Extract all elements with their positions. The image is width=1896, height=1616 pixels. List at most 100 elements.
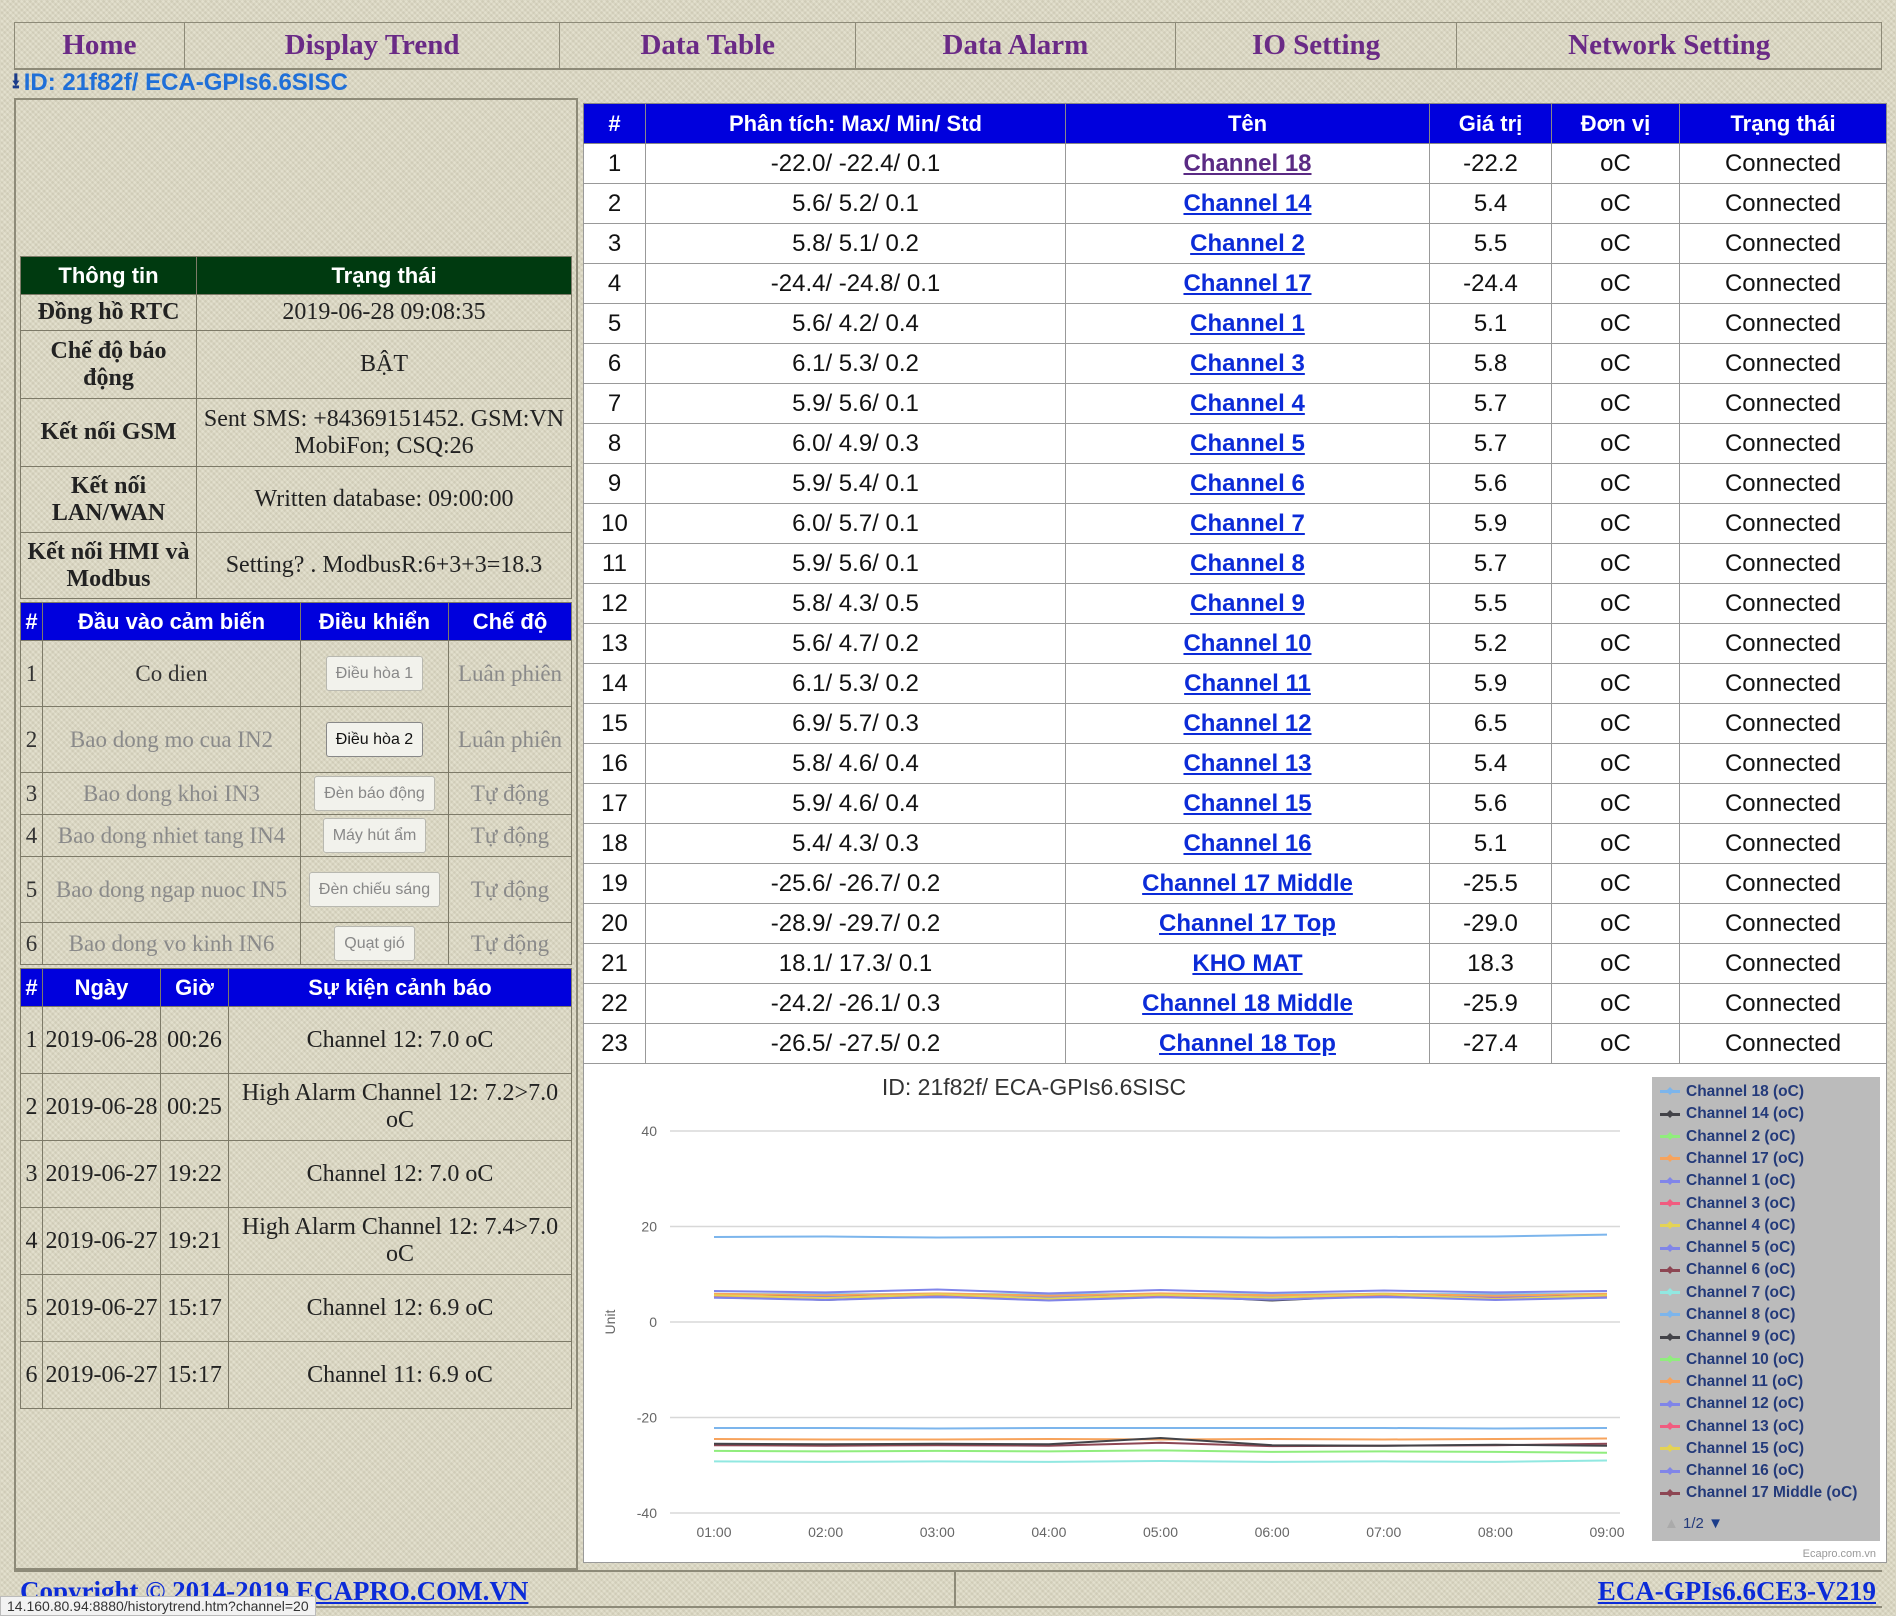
info-label-lan: Kết nối LAN/WAN bbox=[20, 466, 197, 533]
sensor-row: 4 Bao dong nhiet tang IN4 Máy hút ẩm Tự … bbox=[20, 814, 572, 857]
channel-link[interactable]: Channel 5 bbox=[1190, 430, 1305, 457]
legend-item[interactable]: Channel 2 (oC) bbox=[1660, 1128, 1795, 1146]
y-tick-label: 20 bbox=[641, 1219, 657, 1235]
channel-link[interactable]: Channel 13 bbox=[1183, 750, 1311, 777]
info-row: Kết nối HMI và Modbus Setting? . ModbusR… bbox=[20, 532, 572, 599]
row-stats: -25.6/ -26.7/ 0.2 bbox=[645, 863, 1066, 904]
control-button-den-bao-dong[interactable]: Đèn báo động bbox=[314, 776, 435, 811]
info-header-info: Thông tin bbox=[20, 256, 197, 295]
alarm-event: Channel 12: 7.0 oC bbox=[228, 1006, 572, 1074]
channel-link[interactable]: Channel 17 Top bbox=[1159, 910, 1336, 937]
legend-item[interactable]: Channel 18 (oC) bbox=[1660, 1083, 1804, 1101]
sensor-input: Bao dong vo kinh IN6 bbox=[42, 922, 301, 965]
row-value: 5.2 bbox=[1429, 623, 1552, 664]
nav-data-table[interactable]: Data Table bbox=[560, 23, 857, 68]
control-button-may-hut-am[interactable]: Máy hút ẩm bbox=[322, 818, 427, 853]
control-button-quat-gio[interactable]: Quạt gió bbox=[334, 926, 415, 961]
x-tick-label: 06:00 bbox=[1255, 1524, 1290, 1540]
channel-link[interactable]: Channel 10 bbox=[1183, 630, 1311, 657]
channel-link[interactable]: KHO MAT bbox=[1192, 950, 1302, 977]
info-label-alarm-mode: Chế độ báo động bbox=[20, 330, 197, 399]
row-value: 5.5 bbox=[1429, 223, 1552, 264]
legend-prev-icon[interactable]: ▲ bbox=[1664, 1515, 1679, 1532]
row-stats: -26.5/ -27.5/ 0.2 bbox=[645, 1023, 1066, 1064]
channel-link[interactable]: Channel 2 bbox=[1190, 230, 1305, 257]
legend-item[interactable]: Channel 12 (oC) bbox=[1660, 1395, 1804, 1413]
row-status: Connected bbox=[1679, 623, 1887, 664]
row-unit: oC bbox=[1551, 343, 1680, 384]
legend-item[interactable]: Channel 8 (oC) bbox=[1660, 1306, 1795, 1324]
legend-swatch-icon bbox=[1660, 1090, 1680, 1094]
legend-item[interactable]: Channel 3 (oC) bbox=[1660, 1195, 1795, 1213]
channel-row: 16 5.8/ 4.6/ 0.4 Channel 13 5.4 oC Connected bbox=[583, 743, 1887, 784]
row-unit: oC bbox=[1551, 423, 1680, 464]
channel-link[interactable]: Channel 12 bbox=[1183, 710, 1311, 737]
sensor-input: Bao dong mo cua IN2 bbox=[42, 706, 301, 773]
footer-divider bbox=[954, 1572, 956, 1606]
control-button-dieu-hoa-1[interactable]: Điều hòa 1 bbox=[325, 656, 424, 691]
legend-label: Channel 9 (oC) bbox=[1686, 1328, 1796, 1346]
sensor-header-control: Điều khiển bbox=[300, 602, 449, 641]
row-unit: oC bbox=[1551, 263, 1680, 304]
nav-network-setting[interactable]: Network Setting bbox=[1457, 23, 1881, 68]
legend-item[interactable]: Channel 5 (oC) bbox=[1660, 1239, 1795, 1257]
legend-item[interactable]: Channel 16 (oC) bbox=[1660, 1462, 1804, 1480]
legend-item[interactable]: Channel 6 (oC) bbox=[1660, 1261, 1795, 1279]
sensor-header-mode: Chế độ bbox=[448, 602, 572, 641]
nav-display-trend[interactable]: Display Trend bbox=[185, 23, 561, 68]
channel-link[interactable]: Channel 9 bbox=[1190, 590, 1305, 617]
channel-link[interactable]: Channel 17 Middle bbox=[1142, 870, 1353, 897]
info-value-gsm: Sent SMS: +84369151452. GSM:VN MobiFon; … bbox=[196, 398, 572, 467]
sensor-num: 5 bbox=[20, 856, 43, 923]
channel-link[interactable]: Channel 7 bbox=[1190, 510, 1305, 537]
row-num: 4 bbox=[583, 263, 646, 304]
info-value-hmi: Setting? . ModbusR:6+3+3=18.3 bbox=[196, 532, 572, 599]
channel-link[interactable]: Channel 6 bbox=[1190, 470, 1305, 497]
legend-swatch-icon bbox=[1660, 1246, 1680, 1250]
legend-next-icon[interactable]: ▼ bbox=[1708, 1515, 1723, 1532]
nav-home[interactable]: Home bbox=[15, 23, 185, 68]
legend-pager: ▲ 1/2 ▼ bbox=[1664, 1515, 1723, 1532]
legend-item[interactable]: Channel 14 (oC) bbox=[1660, 1105, 1804, 1123]
channel-link[interactable]: Channel 11 bbox=[1184, 670, 1311, 697]
device-id-link[interactable]: ⭳ ID: 21f82f/ ECA-GPIs6.6SISC bbox=[12, 68, 348, 96]
nav-data-alarm[interactable]: Data Alarm bbox=[856, 23, 1176, 68]
firmware-version-link[interactable]: ECA-GPIs6.6CE3-V219 bbox=[1598, 1576, 1876, 1607]
control-button-dieu-hoa-2[interactable]: Điều hòa 2 bbox=[325, 722, 424, 757]
row-stats: 5.8/ 4.6/ 0.4 bbox=[645, 743, 1066, 784]
legend-item[interactable]: Channel 1 (oC) bbox=[1660, 1172, 1795, 1190]
channel-link[interactable]: Channel 15 bbox=[1183, 790, 1311, 817]
row-num: 16 bbox=[583, 743, 646, 784]
channel-link[interactable]: Channel 17 bbox=[1183, 270, 1311, 297]
legend-item[interactable]: Channel 17 Middle (oC) bbox=[1660, 1484, 1857, 1502]
sensor-input: Co dien bbox=[42, 640, 301, 707]
channel-link[interactable]: Channel 18 bbox=[1183, 150, 1311, 177]
row-unit: oC bbox=[1551, 863, 1680, 904]
legend-item[interactable]: Channel 9 (oC) bbox=[1660, 1328, 1795, 1346]
legend-item[interactable]: Channel 13 (oC) bbox=[1660, 1418, 1804, 1436]
legend-item[interactable]: Channel 10 (oC) bbox=[1660, 1351, 1804, 1369]
channel-link[interactable]: Channel 14 bbox=[1183, 190, 1311, 217]
info-row: Kết nối GSM Sent SMS: +84369151452. GSM:… bbox=[20, 398, 572, 467]
legend-item[interactable]: Channel 7 (oC) bbox=[1660, 1284, 1795, 1302]
channel-link[interactable]: Channel 4 bbox=[1190, 390, 1305, 417]
channel-link[interactable]: Channel 18 Top bbox=[1159, 1030, 1336, 1057]
legend-item[interactable]: Channel 15 (oC) bbox=[1660, 1440, 1804, 1458]
legend-item[interactable]: Channel 11 (oC) bbox=[1660, 1373, 1803, 1391]
control-button-den-chieu-sang[interactable]: Đèn chiếu sáng bbox=[308, 872, 441, 907]
nav-io-setting[interactable]: IO Setting bbox=[1176, 23, 1458, 68]
channel-link[interactable]: Channel 18 Middle bbox=[1142, 990, 1353, 1017]
channel-link[interactable]: Channel 8 bbox=[1190, 550, 1305, 577]
channel-row: 15 6.9/ 5.7/ 0.3 Channel 12 6.5 oC Connected bbox=[583, 703, 1887, 744]
legend-item[interactable]: Channel 4 (oC) bbox=[1660, 1217, 1795, 1235]
row-stats: 18.1/ 17.3/ 0.1 bbox=[645, 943, 1066, 984]
channel-link[interactable]: Channel 16 bbox=[1183, 830, 1311, 857]
channel-link[interactable]: Channel 3 bbox=[1190, 350, 1305, 377]
row-status: Connected bbox=[1679, 703, 1887, 744]
row-value: 5.1 bbox=[1429, 303, 1552, 344]
legend-item[interactable]: Channel 17 (oC) bbox=[1660, 1150, 1804, 1168]
col-header-name: Tên bbox=[1065, 103, 1430, 144]
chart-credit[interactable]: Ecapro.com.vn bbox=[1803, 1548, 1876, 1560]
channel-link[interactable]: Channel 1 bbox=[1190, 310, 1305, 337]
channel-row: 3 5.8/ 5.1/ 0.2 Channel 2 5.5 oC Connected bbox=[583, 223, 1887, 264]
